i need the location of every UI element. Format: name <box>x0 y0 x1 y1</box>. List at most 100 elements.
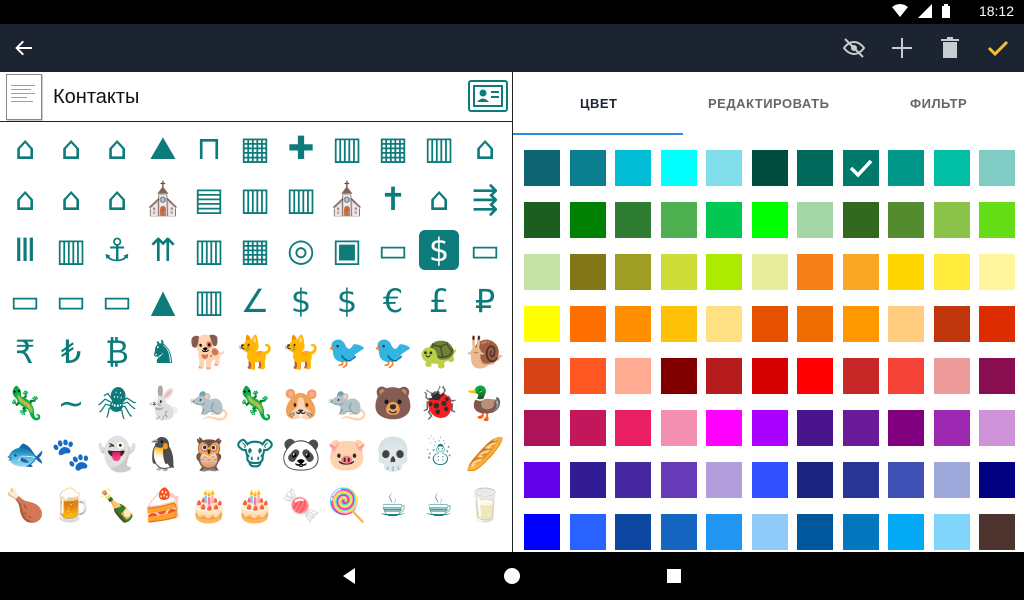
color-swatch[interactable] <box>615 254 651 290</box>
color-swatch[interactable] <box>706 150 742 186</box>
icon-option[interactable]: ▭ <box>462 224 508 275</box>
icon-option[interactable]: ⇶ <box>462 173 508 224</box>
icon-option[interactable]: ▭ <box>2 275 48 326</box>
color-swatch[interactable] <box>706 306 742 342</box>
icon-option[interactable]: £ <box>416 275 462 326</box>
color-swatch[interactable] <box>842 358 879 394</box>
color-swatch[interactable] <box>933 514 970 550</box>
icon-option[interactable]: ☃ <box>416 428 462 479</box>
icon-option[interactable]: 🐾 <box>48 428 94 479</box>
color-swatch[interactable] <box>569 202 606 238</box>
color-swatch[interactable] <box>524 202 560 238</box>
tab-color[interactable]: ЦВЕТ <box>580 96 618 111</box>
color-swatch[interactable] <box>615 150 651 186</box>
icon-option[interactable]: 🦎 <box>232 377 278 428</box>
icon-option[interactable]: ~ <box>48 377 94 428</box>
icon-option[interactable]: 🐕 <box>186 326 232 377</box>
color-swatch[interactable] <box>569 306 606 342</box>
color-swatch[interactable] <box>842 254 879 290</box>
color-swatch[interactable] <box>797 358 833 394</box>
icon-option[interactable]: 🕷 <box>94 377 140 428</box>
icon-option[interactable]: 🐈 <box>232 326 278 377</box>
tab-edit[interactable]: РЕДАКТИРОВАТЬ <box>708 96 829 111</box>
color-swatch[interactable] <box>569 462 606 498</box>
icon-option[interactable]: ▥ <box>186 275 232 326</box>
color-swatch[interactable] <box>751 358 788 394</box>
icon-option[interactable]: 🦎 <box>2 377 48 428</box>
color-swatch[interactable] <box>751 306 788 342</box>
icon-option[interactable]: ▥ <box>324 122 370 173</box>
tab-filter[interactable]: ФИЛЬТР <box>910 96 967 111</box>
icon-option[interactable]: 🍾 <box>94 479 140 530</box>
color-swatch[interactable] <box>524 254 560 290</box>
nav-back-icon[interactable] <box>340 566 360 586</box>
color-swatch[interactable] <box>660 514 697 550</box>
icon-option[interactable]: ₹ <box>2 326 48 377</box>
nav-home-icon[interactable] <box>502 566 522 586</box>
icon-option[interactable]: 🐦 <box>370 326 416 377</box>
color-swatch[interactable] <box>888 306 924 342</box>
color-swatch[interactable] <box>797 410 833 446</box>
color-swatch[interactable] <box>569 254 606 290</box>
icon-option[interactable]: ▭ <box>94 275 140 326</box>
color-swatch[interactable] <box>706 410 742 446</box>
icon-option[interactable]: ♞ <box>140 326 186 377</box>
color-swatch[interactable] <box>751 514 788 550</box>
color-swatch[interactable] <box>615 514 651 550</box>
color-swatch[interactable] <box>751 254 788 290</box>
icon-option[interactable]: 👻 <box>94 428 140 479</box>
icon-option[interactable]: ⊓ <box>186 122 232 173</box>
color-swatch[interactable] <box>706 254 742 290</box>
color-swatch[interactable] <box>842 202 879 238</box>
add-button[interactable] <box>884 32 920 64</box>
color-swatch[interactable] <box>979 358 1015 394</box>
icon-option[interactable]: 🐞 <box>416 377 462 428</box>
icon-option[interactable]: ▤ <box>186 173 232 224</box>
icon-option[interactable]: ₺ <box>48 326 94 377</box>
icon-option[interactable]: 🐀 <box>324 377 370 428</box>
color-swatch[interactable] <box>888 358 924 394</box>
icon-option[interactable]: ▲ <box>140 275 186 326</box>
icon-option[interactable]: € <box>370 275 416 326</box>
color-swatch[interactable] <box>979 514 1015 550</box>
color-swatch[interactable] <box>615 462 651 498</box>
back-button[interactable] <box>10 34 38 62</box>
icon-option[interactable]: ▥ <box>416 122 462 173</box>
icon-option[interactable]: $ <box>416 224 462 275</box>
icon-option[interactable]: ⛪ <box>324 173 370 224</box>
color-swatch[interactable] <box>933 306 970 342</box>
color-swatch[interactable] <box>979 150 1015 186</box>
icon-option[interactable]: ₽ <box>462 275 508 326</box>
color-swatch[interactable] <box>751 410 788 446</box>
color-swatch[interactable] <box>751 462 788 498</box>
icon-option[interactable]: ⌂ <box>462 122 508 173</box>
color-swatch[interactable] <box>569 358 606 394</box>
color-swatch[interactable] <box>797 306 833 342</box>
color-swatch[interactable] <box>888 150 924 186</box>
icon-option[interactable]: $ <box>278 275 324 326</box>
color-swatch[interactable] <box>706 358 742 394</box>
icon-option[interactable]: ⛪ <box>140 173 186 224</box>
color-swatch[interactable] <box>524 358 560 394</box>
color-swatch[interactable] <box>842 150 879 186</box>
icon-option[interactable]: 🐦 <box>324 326 370 377</box>
icon-option[interactable]: 🐻 <box>370 377 416 428</box>
color-swatch[interactable] <box>660 150 697 186</box>
color-swatch[interactable] <box>979 202 1015 238</box>
icon-option[interactable]: ▭ <box>370 224 416 275</box>
color-swatch[interactable] <box>569 150 606 186</box>
color-swatch[interactable] <box>524 306 560 342</box>
icon-option[interactable]: ⇈ <box>140 224 186 275</box>
icon-option[interactable]: 🍭 <box>324 479 370 530</box>
color-swatch[interactable] <box>660 306 697 342</box>
icon-option[interactable]: ▦ <box>232 224 278 275</box>
color-swatch[interactable] <box>797 462 833 498</box>
icon-option[interactable]: ⌂ <box>2 173 48 224</box>
color-swatch[interactable] <box>888 202 924 238</box>
icon-option[interactable]: 🐌 <box>462 326 508 377</box>
icon-option[interactable]: 🍺 <box>48 479 94 530</box>
color-swatch[interactable] <box>751 150 788 186</box>
icon-option[interactable]: 🐟 <box>2 428 48 479</box>
icon-option[interactable]: ◎ <box>278 224 324 275</box>
color-swatch[interactable] <box>979 410 1015 446</box>
